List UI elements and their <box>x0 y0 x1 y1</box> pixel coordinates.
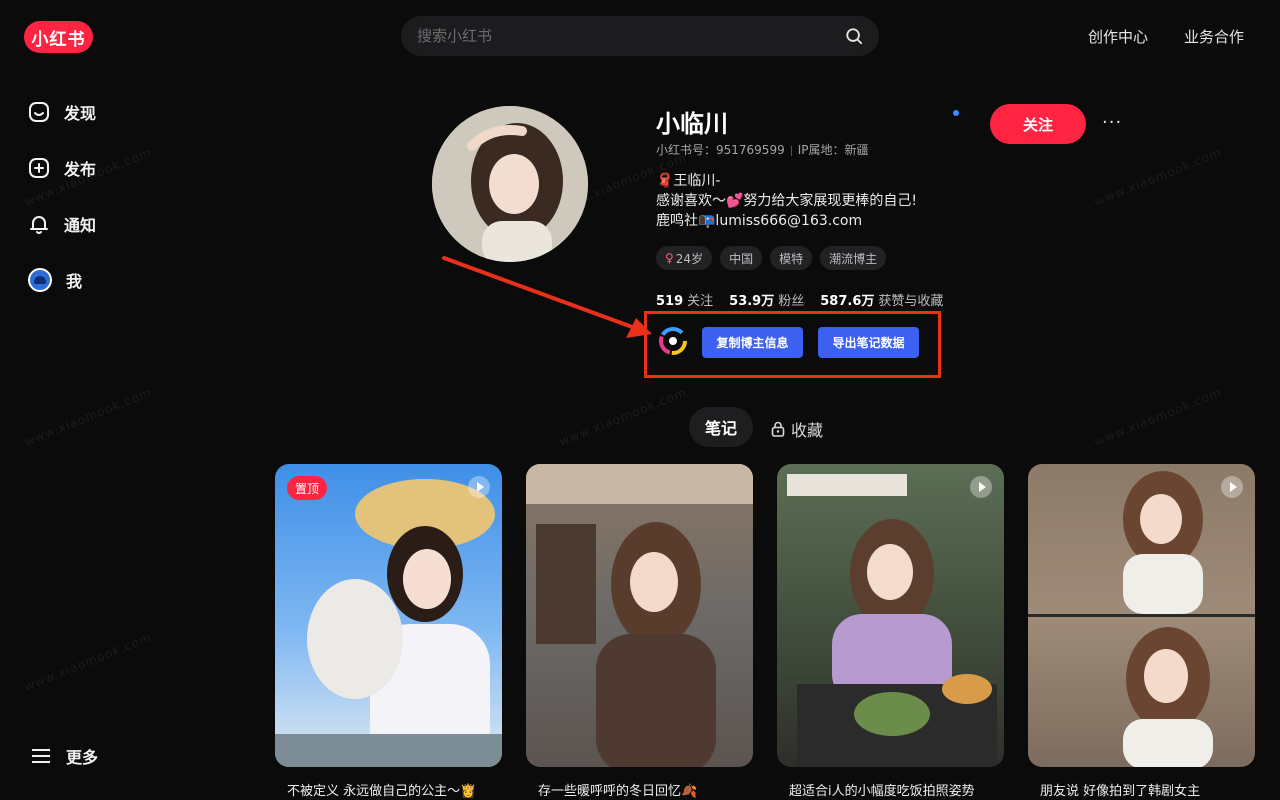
video-icon <box>970 476 992 498</box>
note-card[interactable] <box>777 464 1004 767</box>
tag-label: 潮流博主 <box>829 251 878 266</box>
tab-notes[interactable]: 笔记 <box>689 407 753 447</box>
note-image <box>526 464 753 767</box>
tab-favorites[interactable]: 收藏 <box>771 417 823 441</box>
tag-country: 中国 <box>720 246 763 270</box>
female-icon: ♀ <box>665 251 674 265</box>
sidebar-item-notifications[interactable]: 通知 <box>28 206 96 242</box>
sidebar-more[interactable]: 更多 <box>30 738 98 774</box>
pinned-badge: 置顶 <box>287 476 328 500</box>
bio-line: 鹿鸣社📭lumiss666@163.com <box>656 213 863 229</box>
stat-followers[interactable]: 53.9万 粉丝 <box>729 290 804 309</box>
copy-blogger-info-button[interactable]: 复制博主信息 <box>702 327 803 358</box>
stat-value: 587.6万 <box>820 294 875 309</box>
note-title[interactable]: 朋友说 好像拍到了韩剧女主 <box>1040 780 1200 799</box>
profile-id: 小红书号：951769599 <box>656 143 785 157</box>
note-card[interactable] <box>526 464 753 767</box>
watermark: www.xiaomook.com <box>557 385 689 449</box>
watermark: www.xiaomook.com <box>22 630 154 694</box>
watermark: www.xiaomook.com <box>22 385 154 449</box>
profile-avatar <box>432 106 588 262</box>
note-card[interactable] <box>1028 464 1255 767</box>
note-card[interactable]: 置顶 <box>275 464 502 767</box>
stat-likes[interactable]: 587.6万 获赞与收藏 <box>820 290 943 309</box>
stat-label: 获赞与收藏 <box>878 294 944 309</box>
sidebar-item-label: 更多 <box>66 748 99 767</box>
note-title[interactable]: 存一些暖呼呼的冬日回忆🍂 <box>538 780 697 799</box>
sidebar-item-label: 通知 <box>64 216 97 235</box>
profile-meta: 小红书号：951769599 IP属地：新疆 <box>656 141 869 158</box>
note-title[interactable]: 超适合i人的小幅度吃饭拍照姿势 <box>789 780 975 799</box>
annotation-arrow <box>442 256 652 338</box>
stat-following[interactable]: 519 关注 <box>656 290 713 309</box>
watermark: www.xiaomook.com <box>1092 145 1224 209</box>
stat-label: 关注 <box>687 294 714 309</box>
xiaohongshu-logo[interactable]: 小红书 <box>24 21 93 53</box>
plugin-logo-icon[interactable] <box>658 326 688 356</box>
note-image <box>275 479 502 767</box>
note-image <box>787 474 997 767</box>
bell-icon <box>30 216 48 234</box>
lock-icon <box>771 421 785 437</box>
stat-value: 519 <box>656 294 684 309</box>
sidebar-item-label: 发现 <box>64 104 97 123</box>
profile-ip: IP属地：新疆 <box>797 143 869 157</box>
search-icon[interactable] <box>845 27 863 45</box>
sidebar-item-discover[interactable]: 发现 <box>28 94 96 130</box>
more-options-button[interactable]: ··· <box>1102 112 1122 133</box>
watermark: www.xiaomook.com <box>1092 385 1224 449</box>
stat-value: 53.9万 <box>729 294 775 309</box>
sidebar-item-me[interactable]: 我 <box>28 262 82 298</box>
business-cooperation-link[interactable]: 业务合作 <box>1184 26 1244 47</box>
creator-center-link[interactable]: 创作中心 <box>1088 26 1148 47</box>
profile-tags: ♀ 24岁 中国 模特 潮流博主 <box>656 246 887 270</box>
tag-occupation: 模特 <box>770 246 813 270</box>
follow-button[interactable]: 关注 <box>990 104 1086 144</box>
note-title[interactable]: 不被定义 永远做自己的公主～👸 <box>287 780 476 799</box>
discover-icon <box>29 102 49 122</box>
note-image <box>1028 471 1255 767</box>
search-input[interactable] <box>417 27 845 45</box>
avatar <box>28 268 52 292</box>
search-bar[interactable] <box>401 16 879 56</box>
tab-label: 收藏 <box>791 421 824 440</box>
menu-icon <box>32 749 50 763</box>
bio-line: 🧣王临川- <box>656 173 721 189</box>
bio-line: 感谢喜欢～💕努力给大家展现更棒的自己! <box>656 193 918 209</box>
stat-label: 粉丝 <box>778 294 805 309</box>
tag-label: 模特 <box>779 251 804 266</box>
tag-label: 24岁 <box>675 251 704 266</box>
tag-label: 中国 <box>729 251 754 266</box>
video-icon <box>1221 476 1243 498</box>
export-notes-data-button[interactable]: 导出笔记数据 <box>818 327 919 358</box>
tag-category: 潮流博主 <box>820 246 887 270</box>
tag-age: ♀ 24岁 <box>656 246 713 270</box>
sidebar-item-label: 我 <box>66 272 83 291</box>
video-icon <box>468 476 490 498</box>
profile-name: 小临川 <box>656 110 728 138</box>
online-dot <box>953 110 959 116</box>
profile-stats: 519 关注 53.9万 粉丝 587.6万 获赞与收藏 <box>656 290 943 309</box>
plus-square-icon <box>29 158 49 178</box>
